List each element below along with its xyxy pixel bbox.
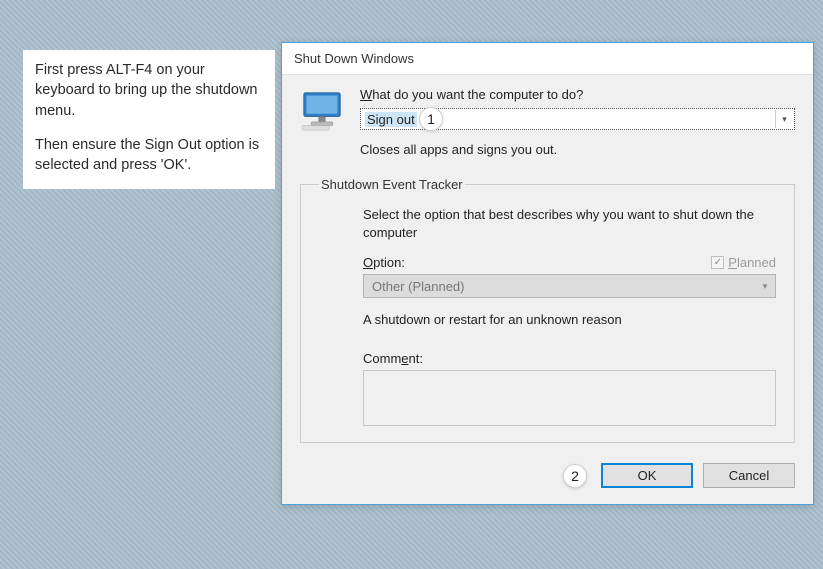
tracker-legend: Shutdown Event Tracker bbox=[319, 177, 465, 192]
cancel-button[interactable]: Cancel bbox=[703, 463, 795, 488]
dialog-footer: 2 OK Cancel bbox=[282, 463, 813, 504]
option-label: Option: bbox=[363, 255, 405, 270]
instruction-panel: First press ALT-F4 on your keyboard to b… bbox=[23, 50, 275, 189]
action-dropdown[interactable]: Sign out ▾ 1 bbox=[360, 108, 795, 130]
comment-label: Comment: bbox=[363, 351, 776, 366]
shutdown-dialog: Shut Down Windows What do you want the c… bbox=[281, 42, 814, 505]
shutdown-event-tracker: Shutdown Event Tracker Select the option… bbox=[300, 177, 795, 443]
prompt-label: What do you want the computer to do? bbox=[360, 87, 795, 102]
computer-icon bbox=[300, 91, 344, 131]
reason-dropdown: Other (Planned) ▾ bbox=[363, 274, 776, 298]
chevron-down-icon: ▾ bbox=[756, 276, 774, 296]
checkmark-icon: ✓ bbox=[711, 256, 724, 269]
instruction-line-1: First press ALT-F4 on your keyboard to b… bbox=[35, 60, 263, 121]
reason-dropdown-value: Other (Planned) bbox=[372, 279, 465, 294]
tracker-description: Select the option that best describes wh… bbox=[363, 206, 776, 241]
ok-button[interactable]: OK bbox=[601, 463, 693, 488]
action-dropdown-value: Sign out bbox=[365, 112, 417, 127]
instruction-line-2: Then ensure the Sign Out option is selec… bbox=[35, 135, 263, 176]
dialog-title: Shut Down Windows bbox=[282, 43, 813, 75]
comment-textarea bbox=[363, 370, 776, 426]
planned-label: Planned bbox=[728, 255, 776, 270]
callout-1: 1 bbox=[419, 107, 443, 131]
chevron-down-icon: ▾ bbox=[775, 110, 793, 128]
planned-checkbox: ✓ Planned bbox=[711, 255, 776, 270]
dialog-body: What do you want the computer to do? Sig… bbox=[282, 75, 813, 457]
action-description: Closes all apps and signs you out. bbox=[360, 142, 795, 157]
callout-2: 2 bbox=[563, 464, 587, 488]
reason-description: A shutdown or restart for an unknown rea… bbox=[363, 312, 776, 327]
